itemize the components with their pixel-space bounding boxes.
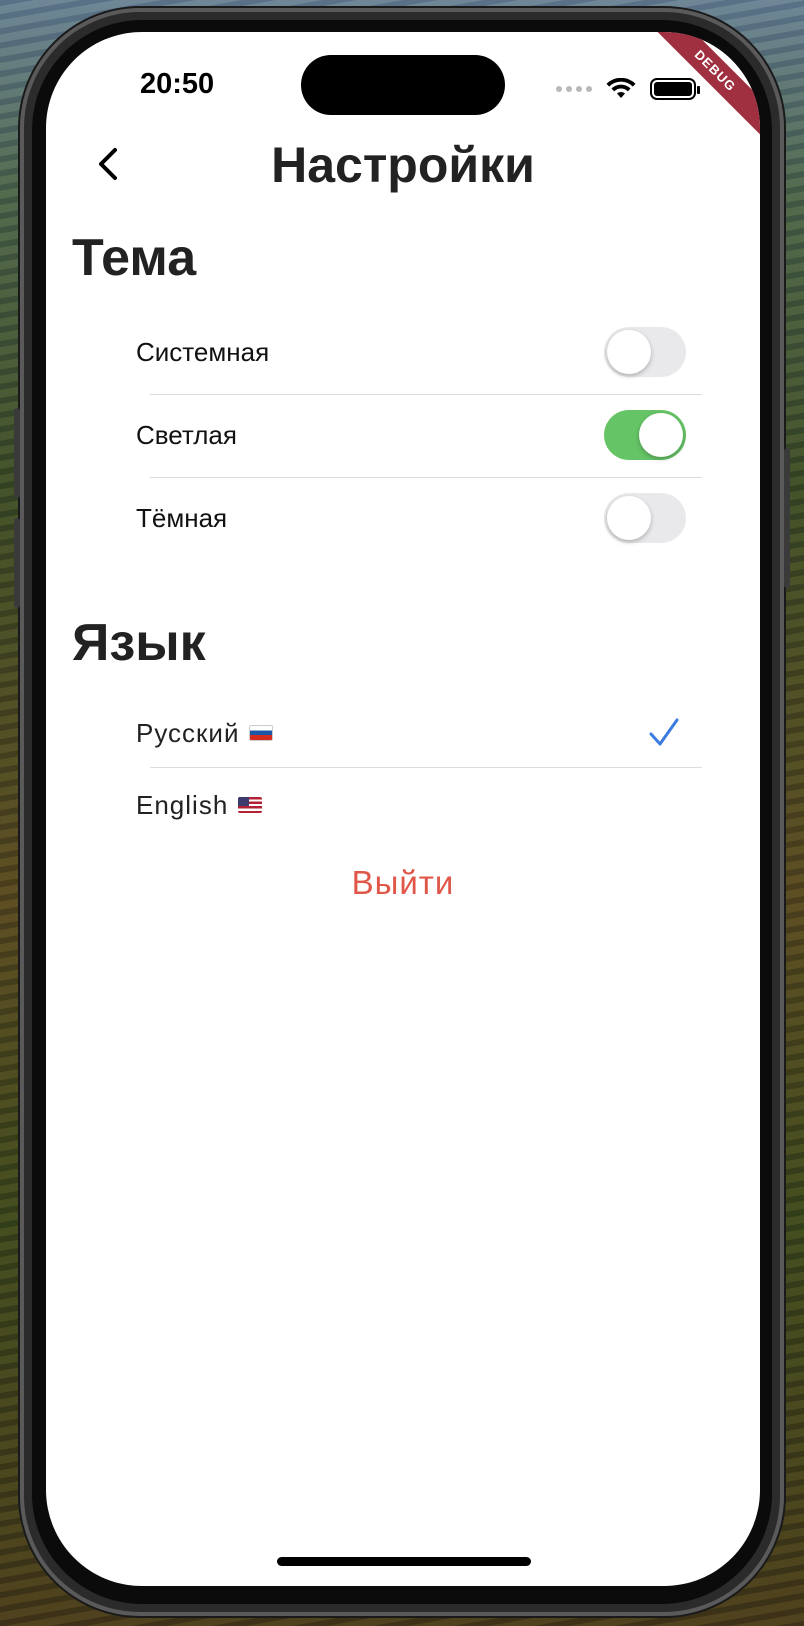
language-section-title: Язык	[72, 614, 206, 672]
language-option-label: English	[136, 789, 263, 821]
language-name: Русский	[136, 717, 240, 748]
status-icons	[556, 74, 700, 104]
theme-option-light: Светлая	[136, 394, 686, 476]
dynamic-island	[301, 55, 505, 115]
theme-option-label: Светлая	[136, 419, 237, 450]
wifi-icon	[606, 78, 636, 98]
language-name: English	[136, 789, 229, 820]
checkmark-icon	[649, 718, 679, 746]
app-screen: 20:50 DEBUG Настройки Тема Системная Све…	[46, 32, 760, 1586]
signal-dots-icon	[556, 86, 592, 92]
language-option-russian[interactable]: Русский	[136, 692, 680, 774]
theme-section-title: Тема	[72, 229, 197, 287]
volume-down-button	[14, 518, 20, 608]
usa-flag-icon	[238, 797, 263, 813]
home-indicator[interactable]	[277, 1557, 531, 1566]
russia-flag-icon	[249, 725, 274, 741]
status-time: 20:50	[140, 68, 215, 100]
theme-option-dark: Тёмная	[136, 477, 686, 559]
dark-theme-toggle[interactable]	[604, 493, 686, 543]
page-title: Настройки	[271, 137, 535, 193]
language-option-english[interactable]: English	[136, 764, 686, 846]
theme-option-system: Системная	[136, 311, 686, 393]
theme-option-label: Системная	[136, 336, 270, 367]
battery-icon	[650, 78, 700, 100]
light-theme-toggle[interactable]	[604, 410, 686, 460]
power-button	[784, 448, 790, 588]
theme-option-label: Тёмная	[136, 502, 228, 533]
system-theme-toggle[interactable]	[604, 327, 686, 377]
volume-up-button	[14, 408, 20, 498]
logout-button[interactable]: Выйти	[46, 864, 760, 902]
language-option-label: Русский	[136, 717, 274, 749]
